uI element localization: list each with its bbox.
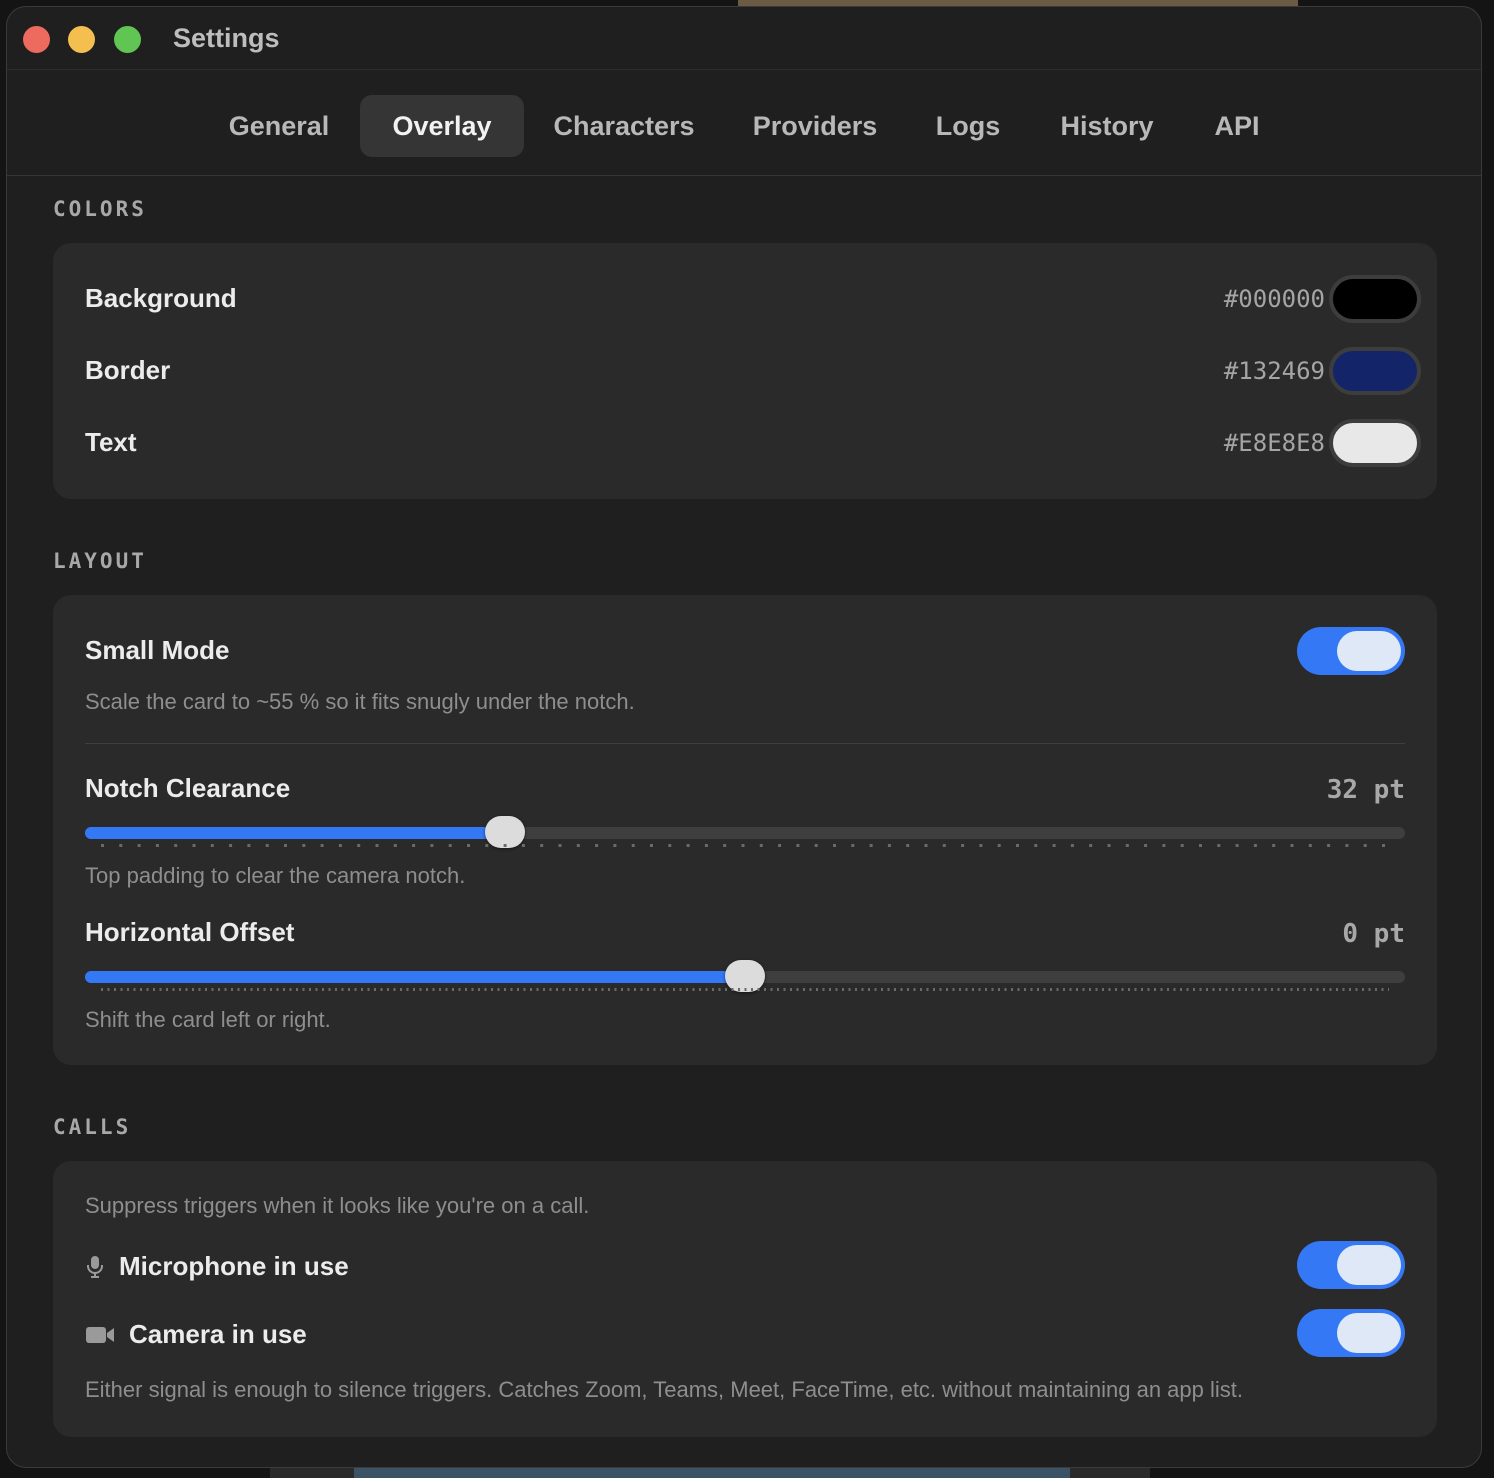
text-color-hex: #E8E8E8 [1223,429,1325,457]
desktop-backdrop-bottom [270,1468,1150,1478]
layout-section-title: LAYOUT [53,549,147,573]
background-color-label: Background [85,283,237,313]
title-bar: Settings [7,7,1481,69]
border-color-swatch[interactable] [1329,347,1421,395]
border-color-hex: #132469 [1223,357,1325,385]
video-camera-icon [85,1325,115,1350]
microphone-in-use-toggle[interactable] [1297,1241,1405,1289]
small-mode-label: Small Mode [85,635,230,665]
small-mode-description: Scale the card to ~55 % so it fits snugl… [85,689,635,714]
divider [85,743,1405,744]
horizontal-offset-slider[interactable] [85,960,1405,992]
toggle-knob [1337,631,1401,671]
microphone-in-use-label: Microphone in use [119,1251,349,1281]
tab-bar: General Overlay Characters Providers Log… [7,69,1481,176]
slider-fill [85,971,745,983]
tab-logs[interactable]: Logs [919,95,1017,157]
notch-clearance-value: 32 pt [1326,775,1405,805]
notch-clearance-label: Notch Clearance [85,773,291,803]
slider-fill [85,827,505,839]
tab-providers[interactable]: Providers [739,95,891,157]
calls-card: Suppress triggers when it looks like you… [53,1161,1437,1437]
tab-history[interactable]: History [1047,95,1167,157]
colors-section-title: COLORS [53,197,147,221]
calls-intro: Suppress triggers when it looks like you… [85,1193,590,1218]
window-title: Settings [173,23,280,53]
minimize-window-button[interactable] [68,26,95,53]
toggle-knob [1337,1313,1401,1353]
tab-characters[interactable]: Characters [539,95,709,157]
settings-window: Settings General Overlay Characters Prov… [6,6,1482,1468]
text-color-label: Text [85,427,137,457]
toggle-knob [1337,1245,1401,1285]
notch-clearance-description: Top padding to clear the camera notch. [85,863,466,888]
horizontal-offset-description: Shift the card left or right. [85,1007,331,1032]
colors-card: Background #000000 Border #132469 Text #… [53,243,1437,499]
text-color-swatch[interactable] [1329,419,1421,467]
calls-footnote: Either signal is enough to silence trigg… [85,1377,1243,1402]
camera-in-use-toggle[interactable] [1297,1309,1405,1357]
border-color-label: Border [85,355,171,385]
calls-section-title: CALLS [53,1115,132,1139]
layout-card: Small Mode Scale the card to ~55 % so it… [53,595,1437,1065]
zoom-window-button[interactable] [114,26,141,53]
background-color-hex: #000000 [1223,285,1325,313]
tab-overlay[interactable]: Overlay [360,95,524,157]
horizontal-offset-value: 0 pt [1342,919,1405,949]
small-mode-toggle[interactable] [1297,627,1405,675]
microphone-icon [85,1255,105,1284]
notch-clearance-slider[interactable] [85,816,1405,848]
camera-in-use-label: Camera in use [129,1319,307,1349]
horizontal-offset-tick-marks [101,988,1389,991]
close-window-button[interactable] [23,26,50,53]
tab-general[interactable]: General [213,95,345,157]
tab-api[interactable]: API [1201,95,1273,157]
horizontal-offset-label: Horizontal Offset [85,917,295,947]
background-color-swatch[interactable] [1329,275,1421,323]
notch-clearance-tick-marks [101,844,1389,847]
